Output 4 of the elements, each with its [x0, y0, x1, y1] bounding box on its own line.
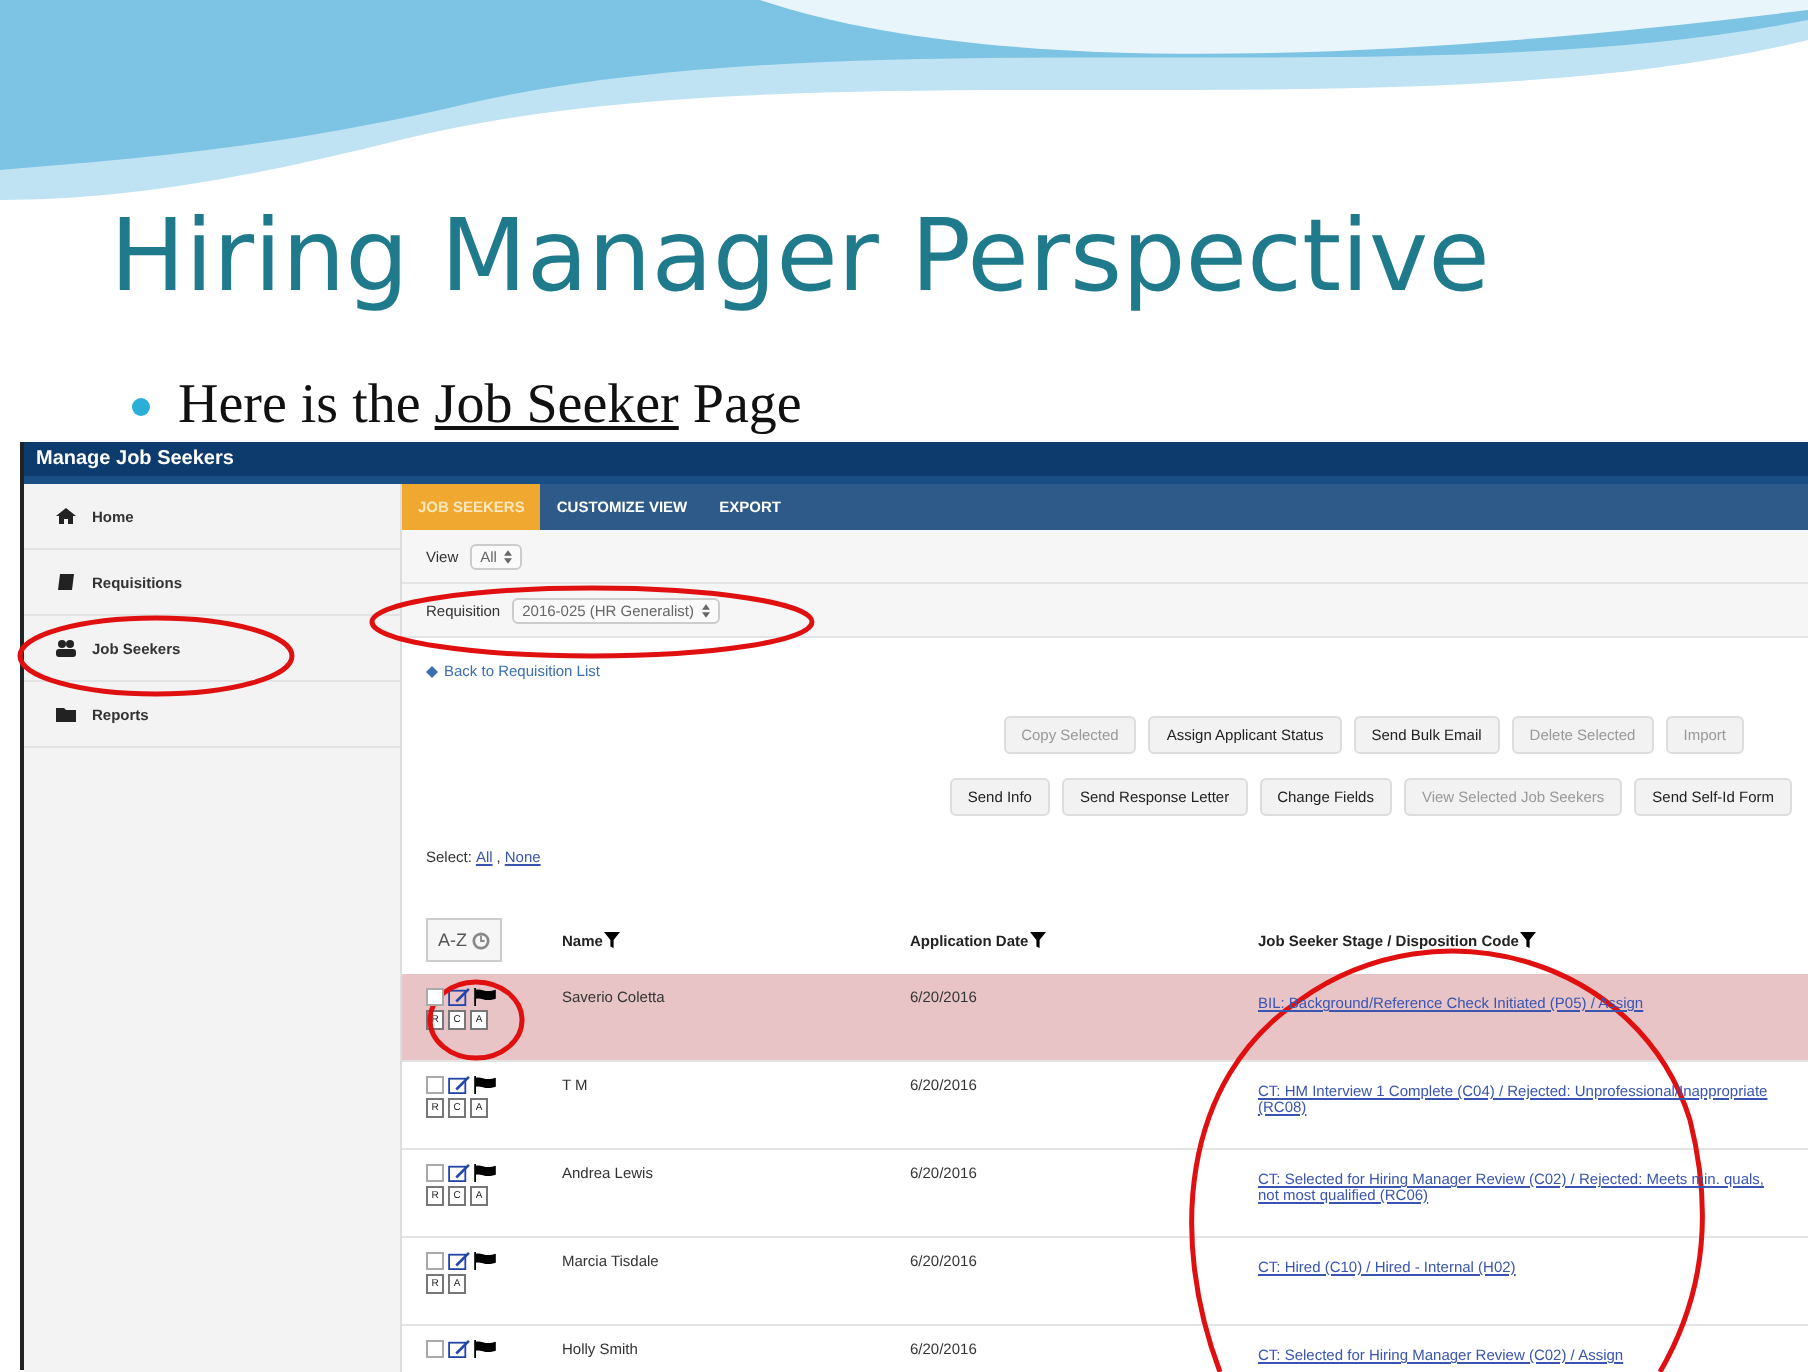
sort-button[interactable]: A-Z	[426, 917, 502, 963]
app-title-bar: Manage Job Seekers	[24, 442, 1808, 484]
slide-title: Hiring Manager Perspective	[110, 196, 1492, 318]
bullet-text: Here is the Job Seeker Page	[178, 374, 802, 438]
